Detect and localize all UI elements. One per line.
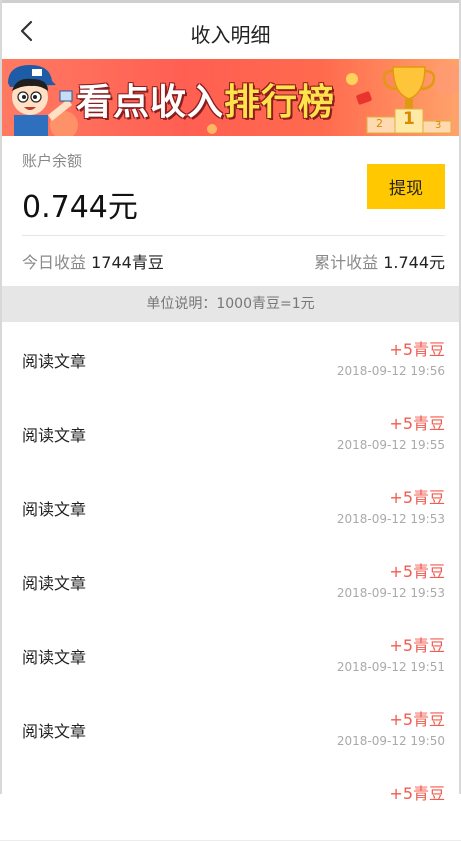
total-earnings: 累计收益 1.744元 — [314, 249, 445, 273]
list-item[interactable]: 阅读文章 +5青豆 2018-09-12 19:53 — [0, 544, 461, 619]
list-item[interactable]: 阅读文章 +5青豆 2018-09-12 19:55 — [0, 396, 461, 471]
total-earnings-value: 1.744元 — [383, 253, 445, 272]
record-time: 2018-09-12 19:50 — [336, 734, 445, 748]
record-time: 2018-09-12 19:53 — [336, 512, 445, 526]
record-time: 2018-09-12 19:53 — [336, 586, 445, 600]
total-earnings-label: 累计收益 — [314, 253, 379, 272]
record-title: 阅读文章 — [22, 426, 87, 445]
trophy-rank-1: 1 — [403, 109, 415, 129]
record-title: 阅读文章 — [22, 722, 87, 741]
page-title: 收入明细 — [190, 23, 271, 47]
balance-label: 账户余额 — [22, 152, 83, 170]
banner-title: 看点收入排行榜 — [76, 73, 335, 125]
record-amount: +5青豆 — [389, 414, 445, 433]
balance-value: 0.744元 — [22, 190, 138, 225]
record-title: 阅读文章 — [22, 352, 87, 371]
record-amount: +5青豆 — [389, 784, 445, 803]
banner-text-part-b: 排行榜 — [224, 82, 336, 123]
header-bar: 收入明细 — [0, 3, 461, 59]
unit-note: 单位说明：1000青豆=1元 — [2, 286, 459, 322]
balance-panel: 账户余额 0.744元 提现 — [0, 136, 461, 236]
list-item[interactable]: +5青豆 — [0, 766, 461, 841]
record-amount: +5青豆 — [389, 636, 445, 655]
list-item[interactable]: 阅读文章 +5青豆 2018-09-12 19:51 — [0, 618, 461, 693]
record-time: 2018-09-12 19:56 — [336, 364, 445, 378]
record-time: 2018-09-12 19:55 — [336, 438, 445, 452]
trophy-rank-3: 3 — [435, 120, 442, 131]
list-item[interactable]: 阅读文章 +5青豆 2018-09-12 19:50 — [0, 692, 461, 767]
mascot-icon — [8, 65, 73, 136]
list-item[interactable]: 阅读文章 +5青豆 2018-09-12 19:53 — [0, 470, 461, 545]
trophy-rank-2: 2 — [376, 117, 383, 130]
record-title: 阅读文章 — [22, 574, 87, 593]
banner-text-part-a: 看点收入 — [76, 82, 225, 123]
list-item[interactable]: 阅读文章 +5青豆 2018-09-12 19:56 — [0, 322, 461, 397]
today-earnings-value: 1744青豆 — [91, 253, 164, 272]
frame-edge-left — [0, 0, 2, 794]
record-title: 阅读文章 — [22, 648, 87, 667]
record-time: 2018-09-12 19:51 — [336, 660, 445, 674]
record-amount: +5青豆 — [389, 562, 445, 581]
today-earnings: 今日收益 1744青豆 — [22, 249, 164, 273]
record-amount: +5青豆 — [389, 340, 445, 359]
record-amount: +5青豆 — [389, 488, 445, 507]
record-title: 阅读文章 — [22, 500, 87, 519]
withdraw-button[interactable]: 提现 — [367, 164, 445, 209]
ranking-banner[interactable]: 看点收入排行榜 1 2 3 — [2, 59, 459, 136]
record-amount: +5青豆 — [389, 710, 445, 729]
today-earnings-label: 今日收益 — [22, 253, 87, 272]
earnings-stats: 今日收益 1744青豆 累计收益 1.744元 — [0, 236, 461, 286]
